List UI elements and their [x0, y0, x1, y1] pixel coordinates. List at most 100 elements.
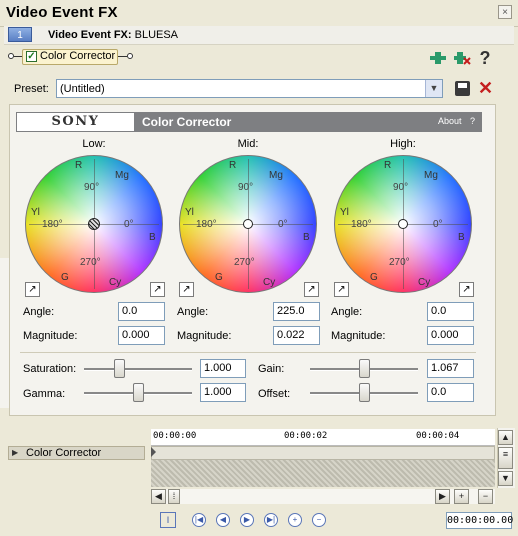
high-eyedropper-right-icon[interactable]: ↗ — [459, 282, 474, 297]
high-wheel-label-yl: Yl — [340, 207, 349, 218]
low-wheel-label-d180: 180° — [42, 219, 63, 230]
help-icon[interactable]: ? — [476, 49, 494, 67]
timeline-track-label[interactable]: Color Corrector — [26, 447, 101, 459]
mid-angle-field[interactable]: 225.0 — [273, 302, 320, 321]
low-wheel-label-mg: Mg — [115, 170, 129, 181]
gain-label: Gain: — [258, 363, 285, 375]
timecode-display[interactable]: 00:00:00.00 — [446, 512, 513, 529]
mid-wheel-label-d0: 0° — [278, 219, 288, 230]
window-title: Video Event FX — [6, 4, 118, 21]
low-wheel-marker[interactable] — [88, 218, 100, 230]
offset-slider-thumb[interactable] — [358, 383, 370, 402]
saturation-field[interactable]: 1.000 — [200, 359, 246, 378]
mid-wheel-label-r: R — [229, 160, 237, 171]
plugin-enabled-checkbox[interactable]: ✓ — [26, 51, 37, 62]
sony-logo: SONY — [16, 112, 135, 132]
window-close-button[interactable]: × — [498, 5, 512, 19]
scroll-thumb-horizontal[interactable]: ⁞ — [168, 489, 180, 504]
low-wheel-label: Low: — [82, 138, 106, 150]
low-wheel-label-d270: 270° — [80, 257, 101, 268]
gamma-label: Gamma: — [23, 388, 66, 400]
zoom-in-button[interactable]: + — [454, 489, 469, 504]
chain-index-badge[interactable]: 1 — [8, 27, 32, 42]
plugin-chip-label[interactable]: Color Corrector — [40, 50, 115, 62]
high-magnitude-field[interactable]: 0.000 — [427, 326, 474, 345]
mid-magnitude-field[interactable]: 0.022 — [273, 326, 320, 345]
high-wheel-label-cy: Cy — [418, 277, 431, 288]
scroll-down-icon[interactable]: ▼ — [498, 471, 513, 486]
cursor-marker-icon — [151, 447, 156, 457]
mid-wheel-marker[interactable] — [243, 219, 253, 229]
mid-wheel-label-d270: 270° — [234, 257, 255, 268]
scroll-right-icon[interactable]: ▶ — [435, 489, 450, 504]
gain-field[interactable]: 1.067 — [427, 359, 474, 378]
mid-wheel-label: Mid: — [237, 138, 259, 150]
first-keyframe-icon[interactable]: |◀ — [192, 513, 206, 527]
chain-clip-name: BLUESA — [134, 29, 179, 41]
ruler-label-4: 00:00:04 — [416, 431, 460, 441]
keyframe-lane[interactable] — [151, 446, 495, 460]
low-angle-field[interactable]: 0.0 — [118, 302, 165, 321]
low-wheel-label-d90: 90° — [84, 182, 100, 193]
offset-field[interactable]: 0.0 — [427, 383, 474, 402]
high-eyedropper-left-icon[interactable]: ↗ — [334, 282, 349, 297]
high-wheel-label-d180: 180° — [351, 219, 372, 230]
preset-label: Preset: — [14, 83, 49, 95]
plugin-header-title: Color Corrector — [142, 115, 232, 129]
mid-magnitude-label: Magnitude: — [177, 330, 232, 342]
high-wheel-label-d0: 0° — [433, 219, 443, 230]
delete-preset-icon[interactable]: ✕ — [478, 78, 493, 99]
gamma-field[interactable]: 1.000 — [200, 383, 246, 402]
sync-cursor-icon[interactable]: I — [160, 512, 176, 528]
saturation-slider-thumb[interactable] — [114, 359, 126, 378]
mid-wheel-label-yl: Yl — [185, 207, 194, 218]
gain-slider-thumb[interactable] — [358, 359, 370, 378]
saturation-slider-track[interactable] — [84, 368, 192, 371]
mid-wheel-label-b: B — [303, 232, 310, 243]
low-wheel-label-g: G — [61, 272, 69, 283]
chain-title-prefix: Video Event FX: — [48, 29, 132, 41]
low-angle-label: Angle: — [23, 306, 55, 318]
high-wheel-label-d90: 90° — [393, 182, 409, 193]
mid-eyedropper-left-icon[interactable]: ↗ — [179, 282, 194, 297]
last-keyframe-icon[interactable]: ▶| — [264, 513, 278, 527]
low-wheel-label-cy: Cy — [109, 277, 122, 288]
low-wheel-label-b: B — [149, 232, 156, 243]
mid-wheel-label-mg: Mg — [269, 170, 283, 181]
header-help-glyph[interactable]: ? — [470, 116, 475, 126]
high-angle-field[interactable]: 0.0 — [427, 302, 474, 321]
scroll-left-icon[interactable]: ◀ — [151, 489, 166, 504]
gamma-slider-thumb[interactable] — [132, 383, 144, 402]
saturation-label: Saturation: — [23, 363, 77, 375]
high-wheel-marker[interactable] — [398, 219, 408, 229]
low-wheel-label-yl: Yl — [31, 207, 40, 218]
save-preset-icon[interactable] — [455, 81, 470, 96]
zoom-out-button[interactable]: − — [478, 489, 493, 504]
scroll-up-icon[interactable]: ▲ — [498, 430, 513, 445]
low-eyedropper-right-icon[interactable]: ↗ — [150, 282, 165, 297]
preset-value[interactable]: (Untitled) — [60, 83, 105, 95]
about-label[interactable]: About — [438, 116, 462, 126]
next-keyframe-icon[interactable]: ▶ — [240, 513, 254, 527]
mid-eyedropper-right-icon[interactable]: ↗ — [304, 282, 319, 297]
prev-keyframe-icon[interactable]: ◀ — [216, 513, 230, 527]
mid-wheel-label-cy: Cy — [263, 277, 276, 288]
low-magnitude-label: Magnitude: — [23, 330, 78, 342]
low-eyedropper-left-icon[interactable]: ↗ — [25, 282, 40, 297]
mid-wheel-label-d90: 90° — [238, 182, 254, 193]
plug-in-chain-icon[interactable] — [429, 50, 447, 66]
add-keyframe-icon[interactable]: + — [288, 513, 302, 527]
expand-triangle-icon[interactable]: ▶ — [12, 448, 18, 457]
preset-dropdown[interactable] — [56, 79, 443, 98]
low-magnitude-field[interactable]: 0.000 — [118, 326, 165, 345]
high-wheel-label: High: — [390, 138, 416, 150]
mid-wheel-label-d180: 180° — [196, 219, 217, 230]
chain-output-dot — [127, 53, 133, 59]
about-link[interactable]: About ? — [438, 116, 475, 126]
delete-keyframe-icon[interactable]: − — [312, 513, 326, 527]
high-magnitude-label: Magnitude: — [331, 330, 386, 342]
chevron-down-icon[interactable]: ▼ — [425, 80, 442, 97]
keyframe-empty-area — [151, 460, 495, 487]
remove-plug-in-icon[interactable] — [453, 50, 471, 66]
scroll-thumb-vertical[interactable]: ≡ — [498, 447, 513, 469]
